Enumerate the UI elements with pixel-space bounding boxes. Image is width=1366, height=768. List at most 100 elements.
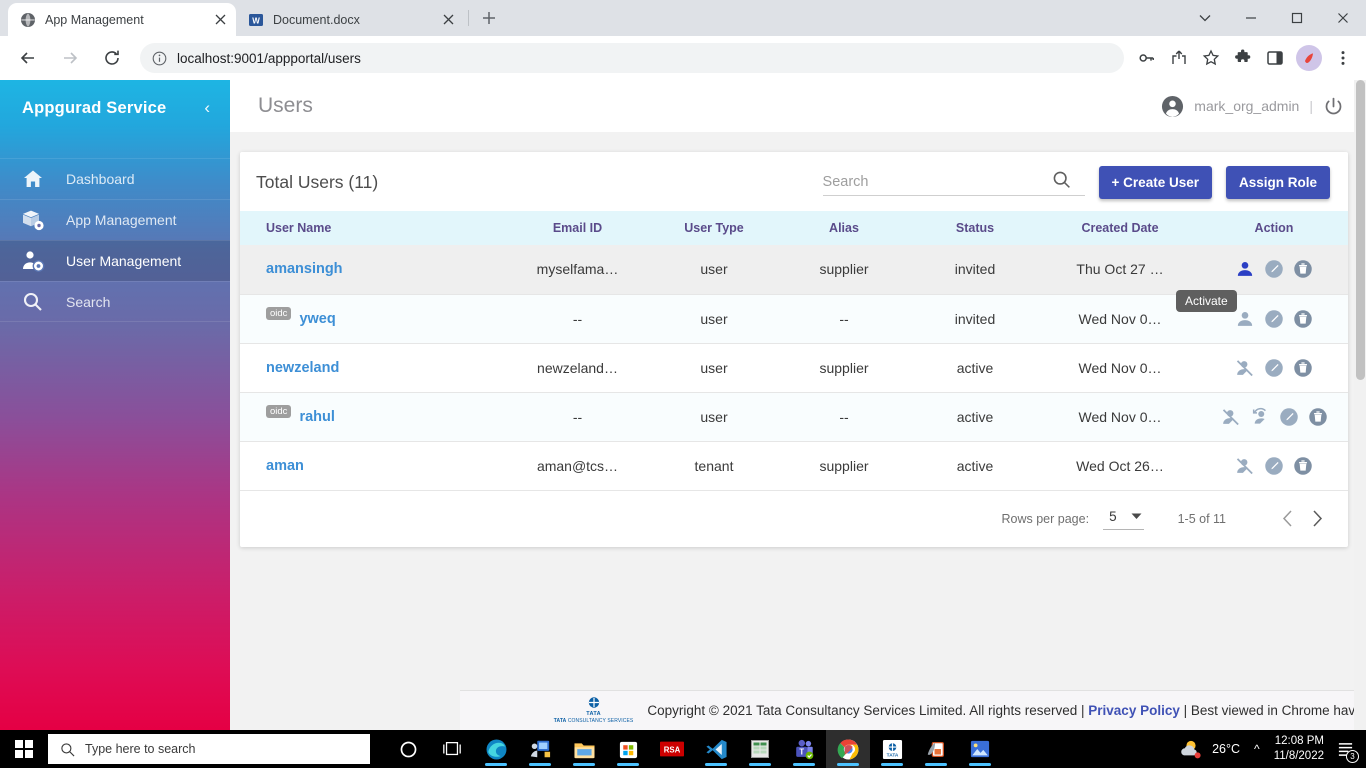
edge-icon[interactable] [474, 730, 518, 768]
delete-icon[interactable] [1292, 308, 1314, 330]
search-icon[interactable] [1051, 169, 1072, 190]
browser-tab-document[interactable]: W Document.docx [236, 3, 464, 36]
table-row[interactable]: newzeland newzeland… user supplier activ… [240, 343, 1348, 393]
weather-widget[interactable]: 26°C [1180, 738, 1240, 760]
tab-search-icon[interactable] [1182, 2, 1228, 34]
delete-icon[interactable] [1292, 258, 1314, 280]
rsa-icon[interactable]: RSA [650, 730, 694, 768]
close-icon[interactable] [212, 12, 228, 28]
photos-icon[interactable] [958, 730, 1002, 768]
next-page-button[interactable] [1302, 504, 1332, 534]
user-name-link[interactable]: aman [266, 458, 304, 474]
col-user-name[interactable]: User Name [240, 211, 505, 245]
status-badge: invited [910, 245, 1040, 295]
reset-user-icon[interactable] [1249, 406, 1271, 428]
edit-icon[interactable] [1263, 455, 1285, 477]
activate-user-icon[interactable] [1234, 308, 1256, 330]
side-panel-icon[interactable] [1260, 43, 1290, 73]
user-name-link[interactable]: rahul [299, 409, 334, 425]
delete-icon[interactable] [1307, 406, 1329, 428]
clock[interactable]: 12:08 PM 11/8/2022 [1274, 734, 1324, 764]
reload-icon[interactable] [96, 42, 128, 74]
extensions-puzzle-icon[interactable] [1228, 43, 1258, 73]
show-hidden-icons-chevron[interactable]: ^ [1248, 742, 1266, 756]
collapse-sidebar-icon[interactable]: ‹ [200, 98, 214, 118]
col-email-id[interactable]: Email ID [505, 211, 650, 245]
sidebar-item-app-management[interactable]: App Management [0, 199, 230, 240]
profile-avatar-icon[interactable] [1296, 45, 1322, 71]
teams-icon[interactable]: T [782, 730, 826, 768]
taskbar-search-placeholder: Type here to search [85, 742, 196, 756]
assign-role-button[interactable]: Assign Role [1225, 166, 1330, 199]
notification-center-icon[interactable]: 3 [1332, 734, 1359, 764]
col-status[interactable]: Status [910, 211, 1040, 245]
search-field[interactable] [822, 169, 1085, 196]
activate-user-icon[interactable] [1234, 258, 1256, 280]
page-scrollbar[interactable] [1354, 80, 1366, 730]
new-tab-button[interactable] [475, 4, 503, 32]
user-menu[interactable]: mark_org_admin | [1161, 95, 1344, 118]
tab-divider [468, 10, 469, 26]
copyright-text: Copyright © 2021 Tata Consultancy Servic… [647, 703, 1089, 718]
table-row[interactable]: oidc yweq -- user -- invited Wed Nov 0… [240, 289, 1348, 344]
rows-per-page-select[interactable]: 5 [1103, 507, 1144, 530]
bookmark-star-icon[interactable] [1196, 43, 1226, 73]
microsoft-store-icon[interactable] [606, 730, 650, 768]
pagination: Rows per page: 5 1-5 of 11 [240, 491, 1348, 547]
cortana-icon[interactable] [386, 730, 430, 768]
share-icon[interactable] [1164, 43, 1194, 73]
taskbar-search[interactable]: Type here to search [48, 734, 370, 764]
user-name-link[interactable]: amansingh [266, 261, 343, 277]
windows-start-icon[interactable] [0, 730, 48, 768]
excel-icon[interactable] [738, 730, 782, 768]
app-icon[interactable] [914, 730, 958, 768]
edit-icon[interactable] [1263, 308, 1285, 330]
task-view-icon[interactable] [430, 730, 474, 768]
delete-icon[interactable] [1292, 357, 1314, 379]
edit-icon[interactable] [1263, 357, 1285, 379]
remote-desktop-icon[interactable] [518, 730, 562, 768]
edit-icon[interactable] [1278, 406, 1300, 428]
site-info-icon[interactable] [152, 51, 167, 66]
cell-email: newzeland… [505, 343, 650, 393]
chrome-menu-icon[interactable] [1328, 43, 1358, 73]
create-user-button[interactable]: + Create User [1098, 166, 1212, 199]
search-input[interactable] [822, 174, 1043, 190]
col-user-type[interactable]: User Type [650, 211, 778, 245]
delete-icon[interactable] [1292, 455, 1314, 477]
deactivate-user-icon[interactable] [1234, 455, 1256, 477]
browser-tab-app-management[interactable]: App Management [8, 3, 236, 36]
deactivate-user-icon[interactable] [1234, 357, 1256, 379]
table-row[interactable]: aman aman@tcs… tenant supplier active We… [240, 441, 1348, 491]
address-bar[interactable]: localhost:9001/appportal/users [140, 43, 1124, 73]
cell-user-type: user [650, 392, 778, 442]
chrome-icon[interactable] [826, 730, 870, 768]
user-name-link[interactable]: yweq [299, 311, 335, 327]
sidebar-item-user-management[interactable]: User Management [0, 240, 230, 281]
close-icon[interactable] [440, 12, 456, 28]
col-created-date[interactable]: Created Date [1040, 211, 1200, 245]
vscode-icon[interactable] [694, 730, 738, 768]
cell-user-name: amansingh [240, 245, 505, 295]
user-name-link[interactable]: newzeland [266, 360, 339, 376]
close-icon[interactable] [1320, 2, 1366, 34]
maximize-icon[interactable] [1274, 2, 1320, 34]
privacy-policy-link[interactable]: Privacy Policy [1088, 703, 1180, 718]
tab-title: App Management [45, 12, 144, 27]
table-row[interactable]: amansingh myselfama… user supplier invit… [240, 245, 1348, 295]
power-icon[interactable] [1323, 96, 1344, 117]
back-icon[interactable] [12, 42, 44, 74]
table-row[interactable]: oidc rahul -- user -- active Wed Nov 0… [240, 392, 1348, 442]
password-key-icon[interactable] [1132, 43, 1162, 73]
search-icon [60, 742, 75, 757]
cell-user-name: oidc rahul [240, 392, 505, 442]
deactivate-user-icon[interactable] [1220, 406, 1242, 428]
file-explorer-icon[interactable] [562, 730, 606, 768]
sidebar-item-dashboard[interactable]: Dashboard [0, 158, 230, 199]
tata-icon[interactable]: TATA [870, 730, 914, 768]
sidebar-item-search[interactable]: Search [0, 281, 230, 322]
scrollbar-thumb[interactable] [1356, 80, 1365, 380]
col-alias[interactable]: Alias [778, 211, 910, 245]
minimize-icon[interactable] [1228, 2, 1274, 34]
edit-icon[interactable] [1263, 258, 1285, 280]
